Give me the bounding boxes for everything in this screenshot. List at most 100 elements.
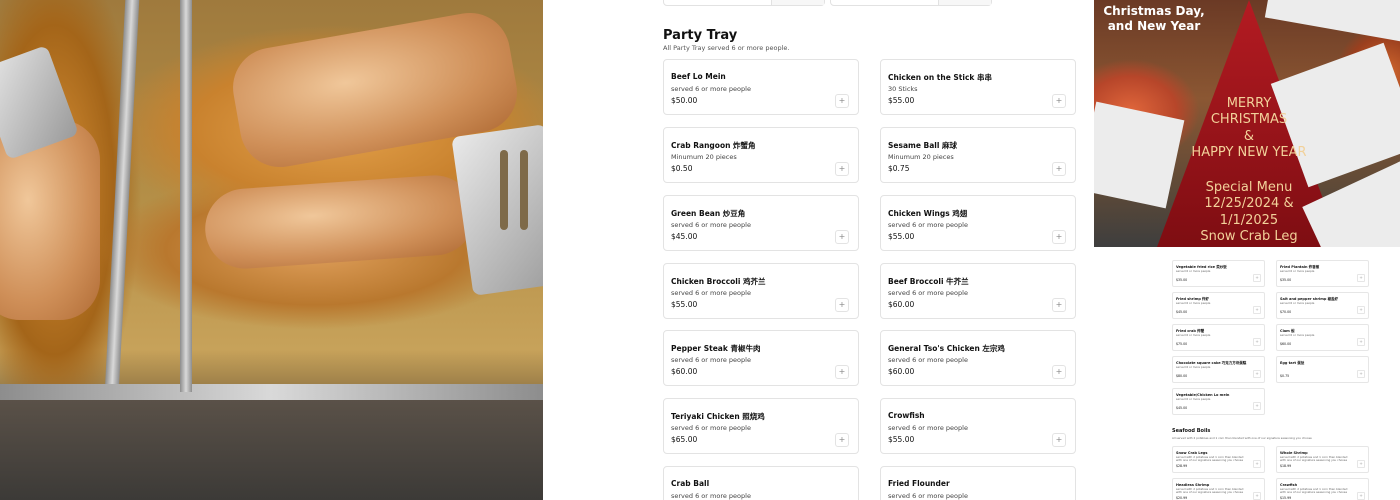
item-description: served 6 or more people (671, 221, 751, 229)
item-price: $65.00 (671, 435, 698, 444)
menu-item-card[interactable]: Green Bean 炒豆角 served 6 or more people $45… (663, 195, 859, 251)
mini-add-button[interactable]: + (1253, 492, 1261, 500)
menu-item-card[interactable]: Chicken Wings 鸡翅 served 6 or more people $… (880, 195, 1076, 251)
menu-item-card[interactable]: Fried Flounderserved 6 or more people+ (880, 466, 1076, 500)
menu-item-card[interactable]: Chicken on the Stick 串串 30 Sticks $55.00 + (880, 59, 1076, 115)
mini-section-title: Seafood Boils (1172, 428, 1211, 434)
tray-top-rim (180, 0, 192, 392)
mini-item-price: $70.00 (1280, 310, 1292, 314)
mini-add-button[interactable]: + (1357, 306, 1365, 314)
menu-item-card[interactable]: Beef Broccoli 牛芥兰 served 6 or more people… (880, 263, 1076, 319)
special-line: 1/1/2025 (1219, 212, 1279, 228)
section-title: Party Tray (663, 28, 738, 43)
add-to-cart-button[interactable]: + (1052, 298, 1066, 312)
mini-menu-item-card[interactable]: Egg tart 蛋挞 $0.75 + (1276, 356, 1369, 383)
menu-item-card[interactable]: Beef Lo Mein served 6 or more people $50.0… (663, 59, 859, 115)
mini-item-price: $60.00 (1280, 342, 1292, 346)
item-description: served 6 or more people (671, 85, 751, 93)
item-price: $0.50 (671, 164, 693, 173)
mini-add-button[interactable]: + (1253, 306, 1261, 314)
add-to-cart-button[interactable]: + (1052, 433, 1066, 447)
mini-item-description: served 6 or more people (1280, 333, 1315, 337)
mini-menu-item-card[interactable]: Vegetable/Chicken Lo mein served 6 or mor… (1172, 388, 1265, 415)
mini-add-button[interactable]: + (1357, 460, 1365, 468)
search-input[interactable] (663, 0, 825, 6)
add-to-cart-button[interactable]: + (835, 433, 849, 447)
mini-menu-item-card[interactable]: Crawfish served with 2 potatoes and 1 cor… (1276, 478, 1369, 500)
mini-item-price: $45.00 (1176, 310, 1188, 314)
item-name: Chicken Wings 鸡翅 (888, 209, 968, 218)
menu-item-card[interactable]: Chicken Broccoli 鸡芥兰 served 6 or more peo… (663, 263, 859, 319)
mini-menu-item-card[interactable]: Salt and pepper shrimp 椒盐虾 served 6 or mo… (1276, 292, 1369, 319)
search-button[interactable] (771, 0, 824, 5)
serving-spatula (451, 124, 543, 296)
item-name: Pepper Steak 青椒牛肉 (671, 344, 761, 353)
filter-button[interactable] (938, 0, 991, 5)
mini-item-price: $15.99 (1280, 496, 1292, 500)
item-description: served 6 or more people (888, 356, 968, 364)
menu-item-card[interactable]: Crowfish served 6 or more people $55.00 + (880, 398, 1076, 454)
mini-item-price: $75.00 (1176, 342, 1188, 346)
mini-add-button[interactable]: + (1253, 370, 1261, 378)
filter-input[interactable] (830, 0, 992, 6)
mini-menu-item-card[interactable]: Whole Shrimp served with 2 potatoes and 1… (1276, 446, 1369, 473)
mini-add-button[interactable]: + (1253, 460, 1261, 468)
item-price: $60.00 (888, 367, 915, 376)
item-price: $45.00 (671, 232, 698, 241)
menu-item-card[interactable]: General Tso's Chicken 左宗鸡 served 6 or mor… (880, 330, 1076, 386)
item-price: $50.00 (671, 96, 698, 105)
mini-item-price: $45.00 (1176, 406, 1188, 410)
item-price: $55.00 (671, 300, 698, 309)
mini-item-description: served 6 or more people (1176, 365, 1211, 369)
special-line: 12/25/2024 & (1204, 196, 1294, 212)
mini-add-button[interactable]: + (1357, 274, 1365, 282)
item-name: Teriyaki Chicken 照烧鸡 (671, 412, 765, 421)
mini-menu-item-card[interactable]: Headless Shrimp served with 2 potatoes an… (1172, 478, 1265, 500)
counter (0, 400, 543, 500)
item-name: Sesame Ball 麻球 (888, 141, 958, 150)
mini-menu-item-card[interactable]: Fried shrimp 炸虾 served 6 or more people $4… (1172, 292, 1265, 319)
mini-add-button[interactable]: + (1357, 492, 1365, 500)
item-description: Minumum 20 pieces (888, 153, 954, 161)
mini-add-button[interactable]: + (1253, 274, 1261, 282)
add-to-cart-button[interactable]: + (835, 298, 849, 312)
item-description: Minumum 20 pieces (671, 153, 737, 161)
add-to-cart-button[interactable]: + (1052, 94, 1066, 108)
mini-menu-item-card[interactable]: Fried Plantain 炸香蕉 served 6 or more peopl… (1276, 260, 1369, 287)
add-to-cart-button[interactable]: + (835, 230, 849, 244)
mini-item-price: $28.99 (1176, 464, 1188, 468)
mini-menu-item-card[interactable]: Fried crab 炸蟹 served 6 or more people $75.… (1172, 324, 1265, 351)
mini-item-description: served with 2 potatoes and 1 corn then b… (1280, 455, 1348, 463)
menu-item-card[interactable]: Sesame Ball 麻球 Minumum 20 pieces $0.75 + (880, 127, 1076, 183)
add-to-cart-button[interactable]: + (1052, 365, 1066, 379)
mini-menu-item-card[interactable]: Clam 蚬 served 6 or more people $60.00 + (1276, 324, 1369, 351)
mini-add-button[interactable]: + (1357, 338, 1365, 346)
mini-add-button[interactable]: + (1253, 338, 1261, 346)
add-to-cart-button[interactable]: + (835, 94, 849, 108)
add-to-cart-button[interactable]: + (835, 162, 849, 176)
mini-menu-item-card[interactable]: Chocolate square cake 巧克力方块蛋糕 served 6 or… (1172, 356, 1265, 383)
mini-menu-item-card[interactable]: Vegetable fried rice 菜炒饭 served 6 or more… (1172, 260, 1265, 287)
item-name: Fried Flounder (888, 479, 950, 488)
mini-menu-item-card[interactable]: Snow Crab Legs served with 2 potatoes and… (1172, 446, 1265, 473)
tray-divider (104, 0, 140, 392)
mini-item-description: served 6 or more people (1176, 269, 1211, 273)
mini-add-button[interactable]: + (1253, 402, 1261, 410)
mini-item-price: $20.99 (1176, 496, 1188, 500)
section-subtitle: All Party Tray served 6 or more people. (663, 44, 790, 52)
mini-item-name: Egg tart 蛋挞 (1280, 361, 1305, 365)
item-name: Chicken on the Stick 串串 (888, 73, 993, 82)
menu-item-card[interactable]: Pepper Steak 青椒牛肉 served 6 or more people… (663, 330, 859, 386)
poster-top-text: Christmas Day, and New Year (1094, 4, 1214, 34)
paper-decoration (1264, 0, 1400, 42)
menu-item-card[interactable]: Crab Ballserved 6 or more people+ (663, 466, 859, 500)
greeting-line: CHRISTMAS (1210, 112, 1288, 128)
add-to-cart-button[interactable]: + (1052, 162, 1066, 176)
menu-item-card[interactable]: Crab Rangoon 炸蟹角 Minumum 20 pieces $0.50 + (663, 127, 859, 183)
add-to-cart-button[interactable]: + (835, 365, 849, 379)
add-to-cart-button[interactable]: + (1052, 230, 1066, 244)
tray-bottom-rim (0, 384, 543, 400)
mini-add-button[interactable]: + (1357, 370, 1365, 378)
mini-item-price: $0.75 (1280, 374, 1290, 378)
menu-item-card[interactable]: Teriyaki Chicken 照烧鸡 served 6 or more peo… (663, 398, 859, 454)
